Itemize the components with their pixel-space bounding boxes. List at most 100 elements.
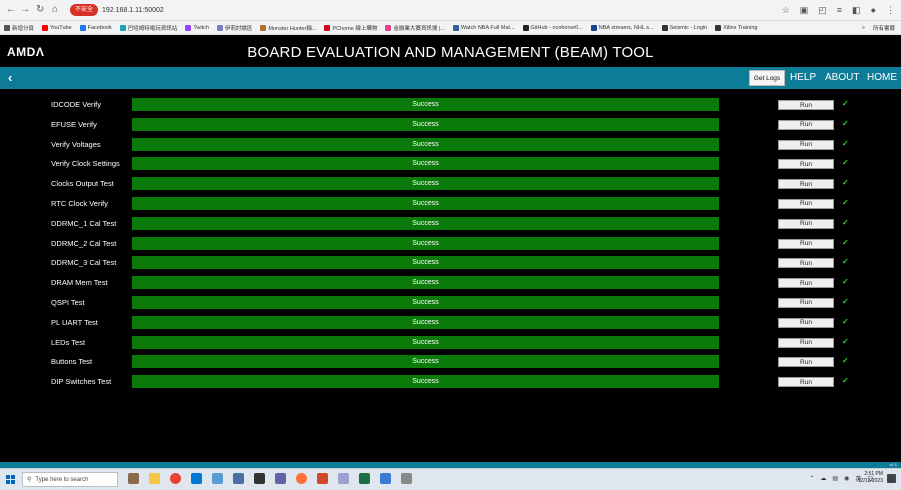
run-button[interactable]: Run xyxy=(778,258,834,269)
taskbar-apps xyxy=(128,473,412,484)
bookmark-item[interactable]: GitHub - ncohorse0... xyxy=(522,24,583,31)
extensions-icon[interactable]: ▣ xyxy=(800,4,809,16)
about-link[interactable]: ABOUT xyxy=(825,72,859,83)
chrome-icon[interactable] xyxy=(170,473,181,484)
run-button[interactable]: Run xyxy=(778,218,834,229)
security-badge[interactable]: 不安全 xyxy=(70,4,99,16)
run-button[interactable]: Run xyxy=(778,337,834,348)
app-icon[interactable] xyxy=(338,473,349,484)
more-vertical-icon[interactable]: ⋮ xyxy=(886,4,895,16)
run-button[interactable]: Run xyxy=(778,119,834,130)
back-arrow-icon[interactable]: ← xyxy=(6,4,16,16)
search-placeholder: Type here to search xyxy=(35,476,89,483)
volume-icon[interactable]: ◉ xyxy=(844,475,849,482)
windows-start-icon[interactable] xyxy=(6,475,15,484)
checkmark-icon: ✓ xyxy=(842,296,849,306)
run-button[interactable]: Run xyxy=(778,377,834,388)
teams-icon[interactable] xyxy=(275,473,286,484)
terminal-icon[interactable] xyxy=(254,473,265,484)
home-link[interactable]: HOME xyxy=(867,72,897,83)
bookmark-item[interactable]: Xilinx Training xyxy=(715,24,757,31)
bookmark-item[interactable]: PChome 線上購物 xyxy=(324,24,377,32)
network-icon[interactable]: ▤ xyxy=(832,475,838,482)
run-button[interactable]: Run xyxy=(778,179,834,190)
run-button[interactable]: Run xyxy=(778,238,834,249)
address-bar[interactable]: 不安全 192.168.1.11:50002 xyxy=(70,3,164,17)
excel-icon[interactable] xyxy=(359,473,370,484)
cloud-icon[interactable]: ☁ xyxy=(820,475,826,482)
test-status-bar: Success xyxy=(132,98,719,111)
notification-icon[interactable] xyxy=(887,474,896,483)
bookmark-label: Twitch xyxy=(193,24,209,31)
checkmark-icon: ✓ xyxy=(842,336,849,346)
clock[interactable]: 2:51 PM 12/13/2023 xyxy=(858,471,883,485)
menu-list-icon[interactable]: ≡ xyxy=(837,4,842,16)
bookmark-label: Monster Hunter稱... xyxy=(268,25,317,32)
app-icon[interactable] xyxy=(233,473,244,484)
checkmark-icon: ✓ xyxy=(842,118,849,128)
test-name: DRAM Mem Test xyxy=(51,278,108,288)
url-text[interactable]: 192.168.1.11:50002 xyxy=(102,7,164,14)
puzzle-icon[interactable]: ◰ xyxy=(818,4,827,16)
home-icon[interactable]: ⌂ xyxy=(52,4,58,16)
test-name: QSPI Test xyxy=(51,297,85,307)
bookmark-item[interactable]: 伊莉討論區 xyxy=(216,24,252,32)
bookmark-item[interactable]: Twitch xyxy=(185,24,209,31)
test-status-bar: Success xyxy=(132,177,719,191)
run-button[interactable]: Run xyxy=(778,100,834,110)
bookmark-favicon-icon xyxy=(4,24,10,31)
app-icon[interactable] xyxy=(380,473,391,484)
test-row: IDCODE Verify Success Run ✓ xyxy=(0,95,901,115)
test-name: RTC Clock Verify xyxy=(51,198,108,208)
run-button[interactable]: Run xyxy=(778,278,834,289)
reload-icon[interactable]: ↻ xyxy=(36,4,44,16)
chevron-left-icon[interactable]: ‹ xyxy=(8,70,12,85)
star-icon[interactable]: ☆ xyxy=(782,4,790,16)
checkmark-icon: ✓ xyxy=(842,178,849,188)
bookmark-item[interactable]: Facebook xyxy=(79,24,112,31)
test-row: DDRMC_2 Cal Test Success Run ✓ xyxy=(0,234,901,254)
checkmark-icon: ✓ xyxy=(842,356,849,366)
run-button[interactable]: Run xyxy=(778,357,834,368)
get-logs-button[interactable]: Get Logs xyxy=(749,70,785,86)
file-explorer-icon[interactable] xyxy=(149,473,160,484)
test-row: QSPI Test Success Run ✓ xyxy=(0,293,901,313)
clock-date: 12/13/2023 xyxy=(857,478,883,484)
taskbar: ⚲ Type here to search ⌃ ☁ ▤ ◉ 英 ▢ 2:51 P… xyxy=(0,468,901,490)
run-button[interactable]: Run xyxy=(778,317,834,328)
app-icon[interactable] xyxy=(212,473,223,484)
sidepanel-icon[interactable]: ◧ xyxy=(852,4,861,16)
bookmark-item[interactable]: 金融業大賽資訊搜 |... xyxy=(385,24,445,32)
checkmark-icon: ✓ xyxy=(842,99,849,108)
bookmark-item[interactable]: 新增分頁 xyxy=(4,24,34,32)
bookmarks-overflow[interactable]: » xyxy=(862,25,865,31)
widget-icon[interactable] xyxy=(128,473,139,484)
test-status-bar: Success xyxy=(132,355,719,369)
run-button[interactable]: Run xyxy=(778,198,834,209)
profile-icon[interactable]: ● xyxy=(871,4,876,16)
taskbar-search[interactable]: ⚲ Type here to search xyxy=(22,472,118,487)
run-button[interactable]: Run xyxy=(778,297,834,308)
outlook-icon[interactable] xyxy=(191,473,202,484)
bookmark-item[interactable]: NBA streams, NHL s... xyxy=(590,24,654,31)
test-row: EFUSE Verify Success Run ✓ xyxy=(0,115,901,135)
chevron-up-icon[interactable]: ⌃ xyxy=(809,475,814,482)
firefox-icon[interactable] xyxy=(296,473,307,484)
settings-gear-icon[interactable] xyxy=(401,473,412,484)
bookmarks-bar: 新增分頁 YouTube Facebook 巴哈姆特電玩資訊站 Twitch 伊莉討論區 M… xyxy=(0,21,901,35)
bookmark-item[interactable]: Seismic - Login xyxy=(661,24,707,31)
all-bookmarks-folder[interactable]: 所有書籤 xyxy=(873,24,895,32)
test-row: DIP Switches Test Success Run ✓ xyxy=(0,372,901,392)
bookmark-item[interactable]: 巴哈姆特電玩資訊站 xyxy=(119,24,177,32)
run-button[interactable]: Run xyxy=(778,159,834,170)
help-link[interactable]: HELP xyxy=(790,72,816,83)
run-button[interactable]: Run xyxy=(778,139,834,150)
forward-arrow-icon[interactable]: → xyxy=(20,4,30,16)
test-name: Verify Voltages xyxy=(51,139,101,149)
powerpoint-icon[interactable] xyxy=(317,473,328,484)
bookmark-favicon-icon xyxy=(715,24,722,31)
bookmark-item[interactable]: YouTube xyxy=(42,24,72,31)
bookmark-item[interactable]: Monster Hunter稱... xyxy=(260,24,316,32)
bookmark-item[interactable]: Watch NBA Full Mat... xyxy=(452,24,515,31)
bookmark-label: Facebook xyxy=(87,24,112,31)
